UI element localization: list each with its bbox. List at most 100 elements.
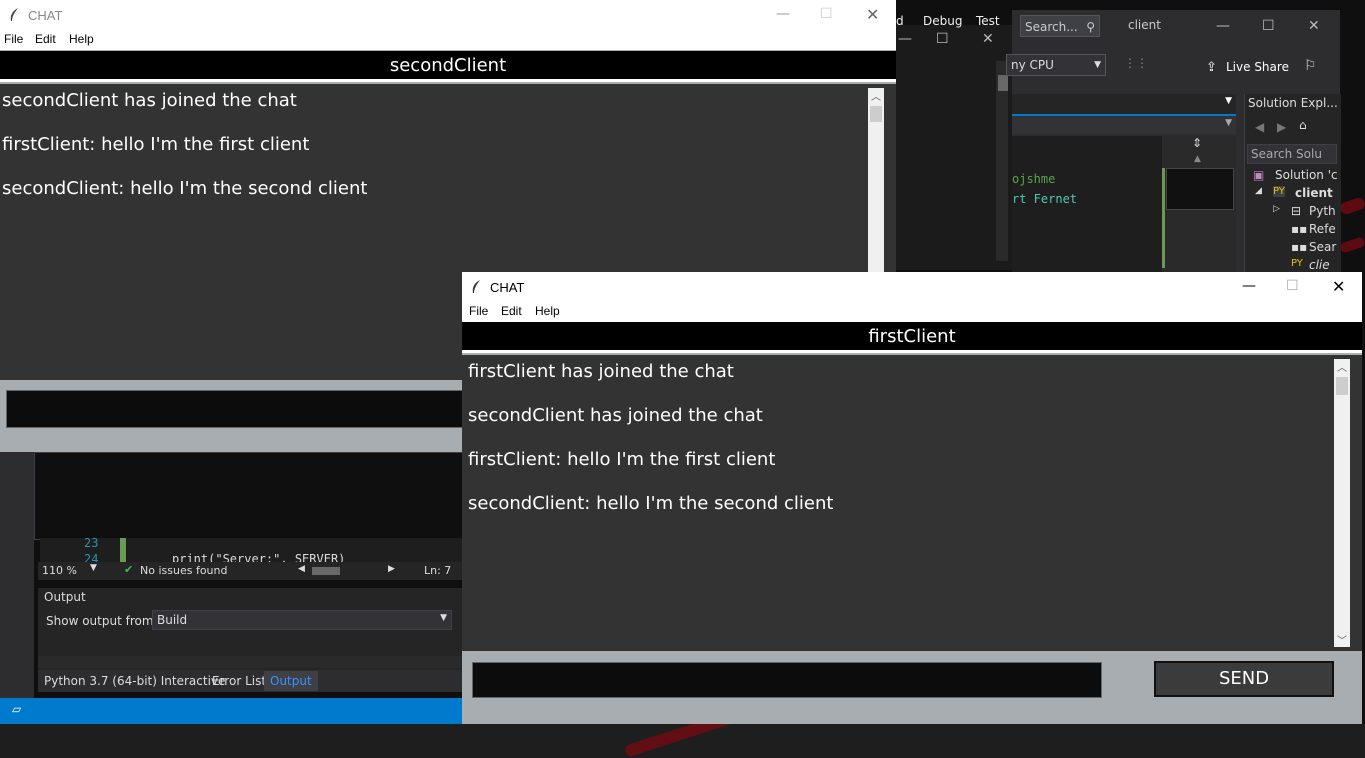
solution-tree-item[interactable]: Refe xyxy=(1309,222,1336,236)
search-icon: ⚲ xyxy=(1086,20,1095,34)
chevron-down-icon[interactable]: ▼ xyxy=(90,563,97,573)
output-scrollbar[interactable] xyxy=(38,656,462,668)
scroll-down-icon[interactable]: ﹀ xyxy=(1337,632,1347,647)
message-scrollbar[interactable]: ︿ xyxy=(868,88,884,276)
scroll-thumb[interactable] xyxy=(870,106,882,122)
vs-tab-bar[interactable]: ▼ xyxy=(1012,94,1236,116)
solution-tree-item[interactable]: client xyxy=(1295,186,1333,200)
message-area: firstClient has joined the chat secondCl… xyxy=(462,355,1362,651)
message-input[interactable] xyxy=(6,390,463,428)
output-source-dropdown[interactable]: Build ▼ xyxy=(152,610,452,630)
scroll-up-icon[interactable]: ▲ xyxy=(1194,154,1201,164)
maximize-icon[interactable]: ☐ xyxy=(1286,278,1299,294)
back-icon[interactable]: ◀ xyxy=(1255,120,1264,134)
status-bar-icon[interactable]: ▱ xyxy=(12,702,21,716)
minimize-icon[interactable]: — xyxy=(1242,278,1256,294)
chat-message: secondClient: hello I'm the second clien… xyxy=(468,493,834,514)
send-button[interactable]: SEND xyxy=(1154,661,1334,697)
scroll-right-icon[interactable]: ▶ xyxy=(388,564,395,574)
vs-code-snippet[interactable]: 23 24 print("Server:", SERVER) xyxy=(40,536,462,566)
scroll-up-icon[interactable]: ︿ xyxy=(871,88,881,103)
solution-tree-item[interactable]: Solution 'c xyxy=(1275,168,1338,182)
line-number: 23 xyxy=(84,536,99,550)
menu-bar: File Edit Help xyxy=(462,302,1362,322)
solution-search-placeholder: Search Solu xyxy=(1251,147,1322,161)
tab-python-interactive[interactable]: Python 3.7 (64-bit) Interactive xyxy=(44,674,225,688)
menu-help[interactable]: Help xyxy=(535,304,560,318)
vs-menu-test[interactable]: Test xyxy=(976,14,1000,28)
close-icon[interactable]: ✕ xyxy=(1332,277,1345,296)
client-header: secondClient xyxy=(0,51,896,82)
vs-minimize-icon[interactable]: — xyxy=(1216,18,1230,34)
vs-platform-dropdown[interactable]: ny CPU ▼ xyxy=(1006,54,1106,76)
chat-message: firstClient: hello I'm the first client xyxy=(468,449,776,470)
vs-inner-close-icon[interactable]: ✕ xyxy=(982,31,994,47)
close-icon[interactable]: ✕ xyxy=(866,5,879,24)
reference-icon: ▪▪ xyxy=(1291,222,1308,236)
vs-code-editor[interactable]: ojshme rt Fernet xyxy=(1012,136,1162,272)
scroll-thumb[interactable] xyxy=(1336,377,1348,395)
chat-window-first-client: CHAT — ☐ ✕ File Edit Help firstClient fi… xyxy=(462,272,1362,724)
menu-edit[interactable]: Edit xyxy=(501,304,522,318)
window-title: CHAT xyxy=(28,8,63,23)
vs-status-bar: ▱ xyxy=(0,698,462,724)
chevron-down-icon: ▼ xyxy=(440,613,447,623)
chat-message: firstClient has joined the chat xyxy=(468,361,734,382)
issues-status[interactable]: No issues found xyxy=(140,564,227,577)
vs-nav-bar[interactable]: ▼ xyxy=(1012,116,1236,134)
chat-message: secondClient: hello I'm the second clien… xyxy=(2,178,368,199)
code-line: ojshme xyxy=(1012,172,1056,186)
message-scrollbar[interactable]: ︿ ﹀ xyxy=(1334,359,1350,647)
menu-file[interactable]: File xyxy=(469,304,488,318)
vs-inner-maximize-icon[interactable]: ☐ xyxy=(936,31,949,47)
vs-menu-partial[interactable]: d xyxy=(896,14,904,28)
message-input[interactable] xyxy=(472,662,1102,698)
vs-platform-value: ny CPU xyxy=(1011,58,1054,72)
solution-tree-item[interactable]: clie xyxy=(1309,258,1330,272)
vs-toolbar-grip-icon: ⋮⋮ xyxy=(1124,56,1148,70)
title-bar: CHAT — ☐ ✕ xyxy=(0,0,896,30)
vs-menu-debug[interactable]: Debug xyxy=(923,14,962,28)
solution-tree-item[interactable]: Sear xyxy=(1309,240,1336,254)
vs-close-icon[interactable]: ✕ xyxy=(1308,18,1320,34)
expand-icon[interactable]: ◢ xyxy=(1255,186,1262,196)
chevron-down-icon[interactable]: ▼ xyxy=(1225,96,1232,106)
split-icon[interactable]: ⇕ xyxy=(1192,136,1202,150)
show-output-label: Show output from: xyxy=(46,614,158,628)
zoom-level[interactable]: 110 % xyxy=(42,564,77,577)
vs-inner-minimize-icon[interactable]: — xyxy=(898,31,912,47)
vs-minimap-bar xyxy=(1162,168,1165,268)
scroll-left-icon[interactable]: ◀ xyxy=(298,564,305,574)
vs-side-panel: — ☐ ✕ xyxy=(896,25,1012,270)
title-bar: CHAT — ☐ ✕ xyxy=(462,272,1362,302)
minimize-icon[interactable]: — xyxy=(776,6,790,22)
solution-tree-item[interactable]: Pyth xyxy=(1309,204,1336,218)
forward-icon[interactable]: ▶ xyxy=(1277,120,1286,134)
chevron-down-icon[interactable]: ▼ xyxy=(1225,118,1232,128)
python-file-icon: PY xyxy=(1291,258,1303,269)
menu-bar: File Edit Help xyxy=(0,30,896,50)
menu-edit[interactable]: Edit xyxy=(35,32,56,46)
collapse-icon[interactable]: ▷ xyxy=(1273,204,1280,214)
tab-error-list[interactable]: Error List xyxy=(212,674,266,688)
vs-minimap[interactable]: ⇕ ▲ xyxy=(1162,136,1236,272)
vs-interactive-pane xyxy=(34,452,464,540)
tab-output[interactable]: Output xyxy=(264,671,318,691)
vs-live-share-button[interactable]: Live Share xyxy=(1226,60,1289,74)
search-path-icon: ▪▪ xyxy=(1291,240,1308,254)
solution-search-input[interactable]: Search Solu xyxy=(1247,144,1337,164)
horizontal-scroll-thumb[interactable] xyxy=(312,567,340,575)
maximize-icon[interactable]: ☐ xyxy=(820,6,833,22)
chevron-down-icon: ▼ xyxy=(1094,60,1101,70)
chat-message: secondClient has joined the chat xyxy=(468,405,763,426)
vs-search-box[interactable]: Search... ⚲ xyxy=(1020,15,1100,37)
feedback-icon[interactable]: ⚐ xyxy=(1304,58,1317,74)
vs-maximize-icon[interactable]: ☐ xyxy=(1262,18,1275,34)
scroll-up-icon[interactable]: ︿ xyxy=(1337,359,1347,374)
client-header: firstClient xyxy=(462,322,1362,353)
python-project-icon: PY xyxy=(1273,186,1285,197)
menu-file[interactable]: File xyxy=(4,32,23,46)
vs-scrollbar[interactable] xyxy=(996,61,1008,261)
menu-help[interactable]: Help xyxy=(69,32,94,46)
home-icon[interactable]: ⌂ xyxy=(1299,118,1307,132)
